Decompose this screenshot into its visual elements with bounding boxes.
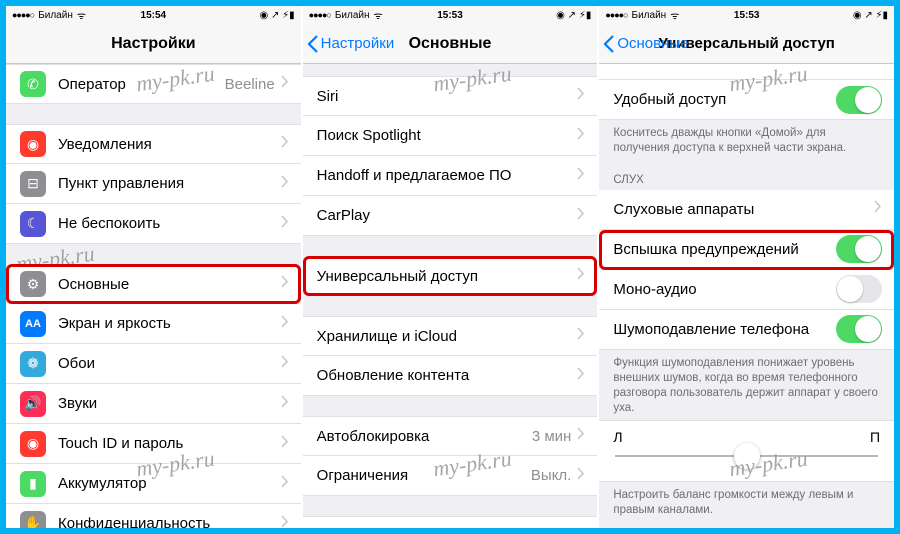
chevron-right-icon (281, 75, 289, 93)
balance-slider-row: ЛП (599, 420, 894, 482)
row-mono-audio[interactable]: Моно-аудио (599, 270, 894, 310)
sounds-icon: 🔊 (20, 391, 46, 417)
balance-left-label: Л (613, 429, 622, 445)
hearing-header: СЛУХ (599, 160, 894, 190)
toggle-flash[interactable] (836, 235, 882, 263)
noise-note: Функция шумоподавления понижает уровень … (599, 350, 894, 420)
row-home-partial[interactable] (599, 64, 894, 80)
reachability-note: Коснитесь дважды кнопки «Домой» для полу… (599, 120, 894, 160)
row-battery[interactable]: ▮ Аккумулятор (6, 464, 301, 504)
row-hearing-aids[interactable]: Слуховые аппараты (599, 190, 894, 230)
row-control-center[interactable]: ⊟ Пункт управления (6, 164, 301, 204)
row-accessibility[interactable]: Универсальный доступ (303, 256, 598, 296)
row-reachability[interactable]: Удобный доступ (599, 80, 894, 120)
row-handoff[interactable]: Handoff и предлагаемое ПО (303, 156, 598, 196)
toggle-noise[interactable] (836, 315, 882, 343)
display-icon: AA (20, 311, 46, 337)
row-siri[interactable]: Siri (303, 76, 598, 116)
row-carplay[interactable]: CarPlay (303, 196, 598, 236)
balance-note: Настроить баланс громкости между левым и… (599, 482, 894, 522)
navbar: Настройки Основные (303, 24, 598, 64)
navbar: Основные Универсальный доступ (599, 24, 894, 64)
status-bar: ●●●●○Билайнᯤ 15:54 ◉ ↗ ⚡︎▮ (6, 6, 301, 24)
row-refresh[interactable]: Обновление контента (303, 356, 598, 396)
balance-right-label: П (870, 429, 880, 445)
settings-general-screen: ●●●●○Билайнᯤ 15:53 ◉ ↗ ⚡︎▮ Настройки Осн… (303, 6, 598, 528)
settings-root-screen: ●●●●○Билайнᯤ 15:54 ◉ ↗ ⚡︎▮ Настройки ✆ О… (6, 6, 301, 528)
row-sounds[interactable]: 🔊 Звуки (6, 384, 301, 424)
row-spotlight[interactable]: Поиск Spotlight (303, 116, 598, 156)
wallpaper-icon: ❁ (20, 351, 46, 377)
battery-icon: ▮ (20, 471, 46, 497)
back-button[interactable]: Основные (599, 35, 688, 53)
row-noise-cancel[interactable]: Шумоподавление телефона (599, 310, 894, 350)
toggle-mono[interactable] (836, 275, 882, 303)
row-display[interactable]: AA Экран и яркость (6, 304, 301, 344)
media-header: МЕДИА (599, 522, 894, 529)
row-dnd[interactable]: ☾ Не беспокоить (6, 204, 301, 244)
navbar: Настройки (6, 24, 301, 64)
gear-icon: ⚙ (20, 271, 46, 297)
balance-slider[interactable] (615, 455, 878, 457)
row-storage[interactable]: Хранилище и iCloud (303, 316, 598, 356)
hand-icon: ✋ (20, 511, 46, 529)
toggle-reachability[interactable] (836, 86, 882, 114)
control-center-icon: ⊟ (20, 171, 46, 197)
row-general[interactable]: ⚙ Основные (6, 264, 301, 304)
row-restrictions[interactable]: ОграниченияВыкл. (303, 456, 598, 496)
row-flash-alerts[interactable]: Вспышка предупреждений (599, 230, 894, 270)
page-title: Настройки (6, 35, 301, 53)
status-bar: ●●●●○Билайнᯤ 15:53 ◉ ↗ ⚡︎▮ (303, 6, 598, 24)
status-bar: ●●●●○Билайнᯤ 15:53 ◉ ↗ ⚡︎▮ (599, 6, 894, 24)
row-notifications[interactable]: ◉ Уведомления (6, 124, 301, 164)
moon-icon: ☾ (20, 211, 46, 237)
phone-icon: ✆ (20, 71, 46, 97)
row-wallpaper[interactable]: ❁ Обои (6, 344, 301, 384)
row-touchid[interactable]: ◉ Touch ID и пароль (6, 424, 301, 464)
row-operator[interactable]: ✆ Оператор Beeline (6, 64, 301, 104)
notifications-icon: ◉ (20, 131, 46, 157)
row-autolock[interactable]: Автоблокировка3 мин (303, 416, 598, 456)
back-button[interactable]: Настройки (303, 35, 395, 53)
accessibility-screen: ●●●●○Билайнᯤ 15:53 ◉ ↗ ⚡︎▮ Основные Унив… (599, 6, 894, 528)
row-privacy[interactable]: ✋ Конфиденциальность (6, 504, 301, 528)
row-datetime[interactable]: Дата и время (303, 516, 598, 528)
fingerprint-icon: ◉ (20, 431, 46, 457)
